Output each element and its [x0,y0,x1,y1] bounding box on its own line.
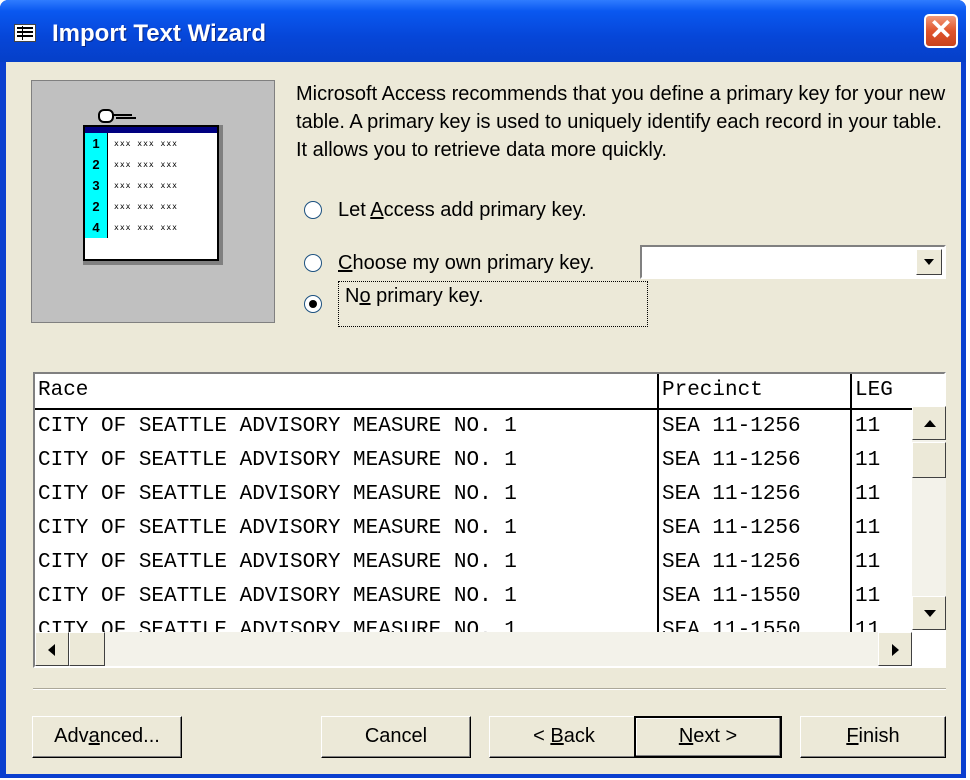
scroll-down-button[interactable] [912,596,946,630]
cell-precinct: SEA 11-1550 [662,585,801,608]
cell-precinct: SEA 11-1256 [662,483,801,506]
grid-row[interactable]: CITY OF SEATTLE ADVISORY MEASURE NO. 1 SE… [35,478,915,512]
window-title: Import Text Wizard [52,20,267,47]
column-header-race[interactable]: Race [38,374,88,408]
row-cells: xxx xxx xxx [114,181,178,190]
row-cells: xxx xxx xxx [114,160,178,169]
row-cells: xxx xxx xxx [114,202,178,211]
row-number: 2 [85,196,108,217]
cell-leg: 11 [855,449,881,472]
arrow-up-icon [924,420,936,427]
cell-leg: 11 [855,551,881,574]
import-text-wizard-window: Import Text Wizard ✕ 1 xxx xxx xxx 2 xxx xx… [0,0,966,778]
arrow-right-icon [892,644,899,656]
wizard-body: 1 xxx xxx xxx 2 xxx xxx xxx 3 xxx xxx xxx 2 xxx… [6,62,961,774]
cell-race: CITY OF SEATTLE ADVISORY MEASURE NO. 1 [38,483,517,506]
primary-key-illustration: 1 xxx xxx xxx 2 xxx xxx xxx 3 xxx xxx xxx 2 xxx… [31,80,275,323]
illustration-row: 2 xxx xxx xxx [85,154,217,175]
radio-button[interactable] [304,254,322,272]
table-window-icon [14,24,36,42]
row-number: 3 [85,175,108,196]
illustration-row: 3 xxx xxx xxx [85,175,217,196]
arrow-left-icon [48,644,55,656]
vertical-scrollbar[interactable] [912,406,946,630]
row-number: 4 [85,217,108,238]
primary-key-description: Microsoft Access recommends that you def… [296,83,946,161]
cell-precinct: SEA 11-1256 [662,551,801,574]
cell-race: CITY OF SEATTLE ADVISORY MEASURE NO. 1 [38,517,517,540]
radio-choose-own-key[interactable]: Choose my own primary key. [304,249,594,277]
radio-button[interactable] [304,295,322,313]
cell-leg: 11 [855,415,881,438]
radio-let-access-add-key[interactable]: Let Access add primary key. [304,196,587,224]
title-bar[interactable]: Import Text Wizard ✕ [0,0,966,62]
key-icon [98,109,132,123]
grid-row[interactable]: CITY OF SEATTLE ADVISORY MEASURE NO. 1 SE… [35,580,915,614]
next-button[interactable]: Next > [634,716,782,758]
row-cells: xxx xxx xxx [114,139,178,148]
cell-race: CITY OF SEATTLE ADVISORY MEASURE NO. 1 [38,551,517,574]
vertical-scroll-thumb[interactable] [912,442,946,478]
scroll-left-button[interactable] [35,632,69,666]
cell-leg: 11 [855,585,881,608]
radio-label: No primary key. [338,281,648,327]
separator [33,688,946,690]
horizontal-scroll-thumb[interactable] [69,632,105,666]
grid-row[interactable]: CITY OF SEATTLE ADVISORY MEASURE NO. 1 SE… [35,546,915,580]
horizontal-scrollbar[interactable] [35,632,912,666]
column-header-leg[interactable]: LEG [855,374,893,408]
table-illustration: 1 xxx xxx xxx 2 xxx xxx xxx 3 xxx xxx xxx 2 xxx… [83,125,223,265]
chevron-down-icon [924,259,934,265]
scroll-up-button[interactable] [912,406,946,440]
data-preview-grid[interactable]: Race Precinct LEG CITY OF SEATTLE ADVISO… [33,372,946,668]
row-cells: xxx xxx xxx [114,223,178,232]
cell-precinct: SEA 11-1256 [662,415,801,438]
illustration-row: 1 xxx xxx xxx [85,133,217,154]
row-number: 1 [85,133,108,154]
radio-label: Let Access add primary key. [338,198,587,221]
column-header-precinct[interactable]: Precinct [662,374,763,408]
primary-key-field-select[interactable] [640,245,946,279]
radio-no-primary-key[interactable]: No primary key. [304,281,648,327]
illustration-row: 2 xxx xxx xxx [85,196,217,217]
back-button[interactable]: < Back [489,716,639,758]
scroll-right-button[interactable] [878,632,912,666]
cell-race: CITY OF SEATTLE ADVISORY MEASURE NO. 1 [38,585,517,608]
grid-row[interactable]: CITY OF SEATTLE ADVISORY MEASURE NO. 1 SE… [35,512,915,546]
arrow-down-icon [924,610,936,617]
advanced-button[interactable]: Advanced... [32,716,182,758]
finish-button[interactable]: Finish [800,716,946,758]
grid-header: Race Precinct LEG [35,374,915,410]
radio-button[interactable] [304,201,322,219]
radio-label: Choose my own primary key. [338,251,595,274]
grid-row[interactable]: CITY OF SEATTLE ADVISORY MEASURE NO. 1 SE… [35,410,915,444]
cell-precinct: SEA 11-1256 [662,449,801,472]
cell-race: CITY OF SEATTLE ADVISORY MEASURE NO. 1 [38,449,517,472]
row-number: 2 [85,154,108,175]
cell-precinct: SEA 11-1256 [662,517,801,540]
grid-row[interactable]: CITY OF SEATTLE ADVISORY MEASURE NO. 1 SE… [35,444,915,478]
cancel-button[interactable]: Cancel [321,716,471,758]
close-button[interactable]: ✕ [924,14,958,48]
dropdown-button[interactable] [916,249,942,275]
illustration-row: 4 xxx xxx xxx [85,217,217,238]
cell-leg: 11 [855,517,881,540]
cell-race: CITY OF SEATTLE ADVISORY MEASURE NO. 1 [38,415,517,438]
cell-leg: 11 [855,483,881,506]
